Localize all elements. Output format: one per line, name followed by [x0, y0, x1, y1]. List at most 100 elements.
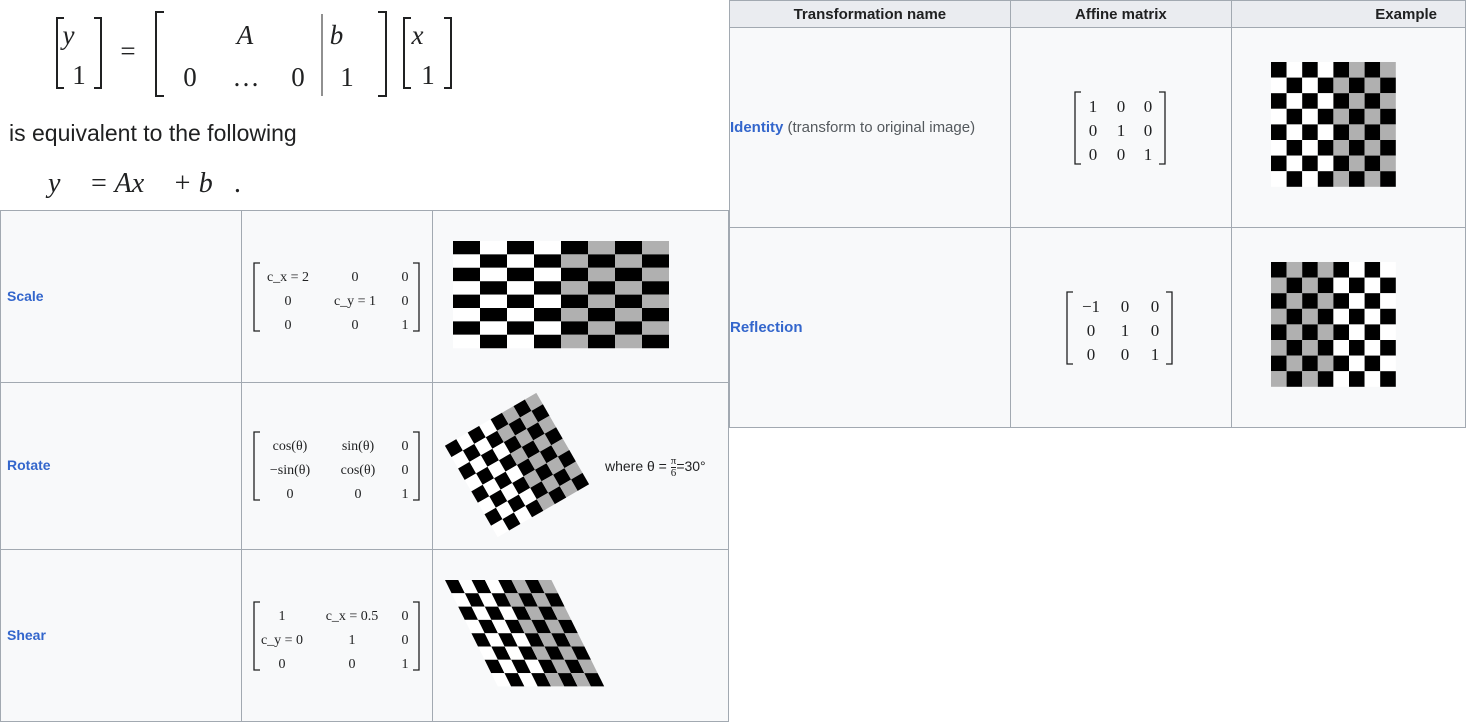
- checker-square: [533, 308, 561, 322]
- checker-square: [1286, 108, 1303, 125]
- checker-square: [479, 267, 507, 282]
- checker-square: [1380, 124, 1396, 140]
- checker-square: [560, 321, 588, 335]
- checker-square: [1270, 262, 1287, 278]
- checker-square: [1380, 340, 1396, 356]
- example-cell: [431, 210, 730, 383]
- name-cell: Rotate: [0, 382, 243, 550]
- rotate-link[interactable]: Rotate: [1, 457, 51, 473]
- checker-square: [1364, 62, 1381, 78]
- checker-square: [1302, 140, 1318, 156]
- checker-square: [1380, 108, 1396, 125]
- left-transform-table: Scale c_x = 2 0 0 0 c_y = 1 0 0 0 1 Rota…: [0, 210, 730, 722]
- checker-square: [1348, 108, 1365, 125]
- m-1-1: 1: [1121, 321, 1130, 340]
- checker-square: [1348, 62, 1365, 78]
- checker-square: [1380, 262, 1396, 278]
- checker-square: [1380, 371, 1396, 387]
- checker-square: [1270, 371, 1287, 387]
- checker-square: [1317, 308, 1334, 325]
- checker-square: [1286, 355, 1303, 372]
- checker-square: [1270, 324, 1287, 340]
- checker-square: [587, 294, 615, 308]
- shear-link[interactable]: Shear: [1, 627, 46, 643]
- m-2-0: 0: [286, 487, 293, 502]
- table-row: Shear 1 c_x = 0.5 0 c_y = 0 1 0 0 0 1: [0, 549, 730, 722]
- checker-square: [506, 254, 534, 268]
- m-0-2: 0: [401, 439, 408, 454]
- checker-square: [452, 308, 480, 322]
- checker-square: [1333, 93, 1349, 109]
- checker-square: [1333, 171, 1349, 187]
- checker-square: [1286, 93, 1303, 109]
- checker-square: [1317, 77, 1334, 94]
- checker-square: [1333, 77, 1349, 94]
- checker-square: [1317, 171, 1334, 187]
- checker-square: [1348, 277, 1365, 294]
- checker-square: [1317, 93, 1334, 109]
- checker-square: [1348, 308, 1365, 325]
- checker-square: [1302, 171, 1318, 187]
- matrix-cell: 1 c_x = 0.5 0 c_y = 0 1 0 0 0 1: [241, 549, 433, 722]
- checker-square: [641, 334, 669, 349]
- checker-square: [587, 254, 615, 268]
- checker-square: [1302, 62, 1318, 78]
- checker-square: [1348, 77, 1365, 94]
- checker-square: [1380, 308, 1396, 325]
- checker-square: [560, 281, 588, 295]
- zero-left: 0: [183, 62, 197, 92]
- checker-square: [1364, 262, 1381, 278]
- checker-square: [1348, 324, 1365, 340]
- checker-square: [1380, 171, 1396, 187]
- checker-square: [614, 334, 642, 349]
- matrix-a: A: [235, 20, 254, 50]
- checker-square: [641, 254, 669, 268]
- checker-square: [452, 267, 480, 282]
- matrix-cell: −1 0 0 0 1 0 0 0 1: [1009, 227, 1232, 428]
- checker-square: [614, 254, 642, 268]
- scale-example-image: [452, 241, 669, 349]
- checker-square: [1270, 124, 1287, 140]
- checker-square: [533, 294, 561, 308]
- checker-square: [452, 334, 480, 349]
- m-2-0: 0: [1089, 145, 1098, 164]
- checker-square: [1286, 371, 1303, 387]
- checker-square: [1302, 355, 1318, 372]
- m-0-0: cos(θ): [272, 439, 307, 454]
- scale-matrix: c_x = 2 0 0 0 c_y = 1 0 0 0 1: [252, 261, 420, 333]
- checker-square: [1380, 355, 1396, 372]
- checker-square: [533, 281, 561, 295]
- name-cell: Identity (transform to original image): [729, 27, 1011, 228]
- m-2-1: 0: [354, 487, 361, 502]
- checker-square: [1364, 371, 1381, 387]
- m-2-1: 0: [348, 657, 355, 672]
- m-1-0: 0: [1089, 121, 1098, 140]
- m-1-0: 0: [284, 294, 291, 309]
- checker-square: [1302, 93, 1318, 109]
- lhs-one: 1: [72, 60, 86, 90]
- checker-square: [1380, 93, 1396, 109]
- checker-square: [614, 294, 642, 308]
- checker-square: [1286, 124, 1303, 140]
- checker-square: [1286, 277, 1303, 294]
- header-affine-matrix: Affine matrix: [1009, 0, 1232, 28]
- checker-square: [1302, 108, 1318, 125]
- reflection-link[interactable]: Reflection: [730, 319, 803, 336]
- checker-square: [1317, 355, 1334, 372]
- checker-square: [452, 241, 480, 255]
- m-2-0: 0: [278, 657, 285, 672]
- checker-square: [560, 267, 588, 282]
- checker-square: [452, 321, 480, 335]
- identity-link[interactable]: Identity: [730, 119, 783, 136]
- m-1-1: 1: [1117, 121, 1126, 140]
- scale-link[interactable]: Scale: [1, 288, 44, 304]
- header-row: Transformation name Affine matrix Exampl…: [729, 0, 1466, 28]
- checker-square: [1364, 77, 1381, 94]
- checker-square: [587, 267, 615, 282]
- identity-matrix: 1 0 0 0 1 0 0 0 1: [1074, 90, 1166, 165]
- checker-square: [1317, 371, 1334, 387]
- rotate-example-image: [444, 392, 590, 538]
- m-2-0: 0: [1087, 345, 1096, 364]
- checker-square: [614, 267, 642, 282]
- checker-square: [560, 294, 588, 308]
